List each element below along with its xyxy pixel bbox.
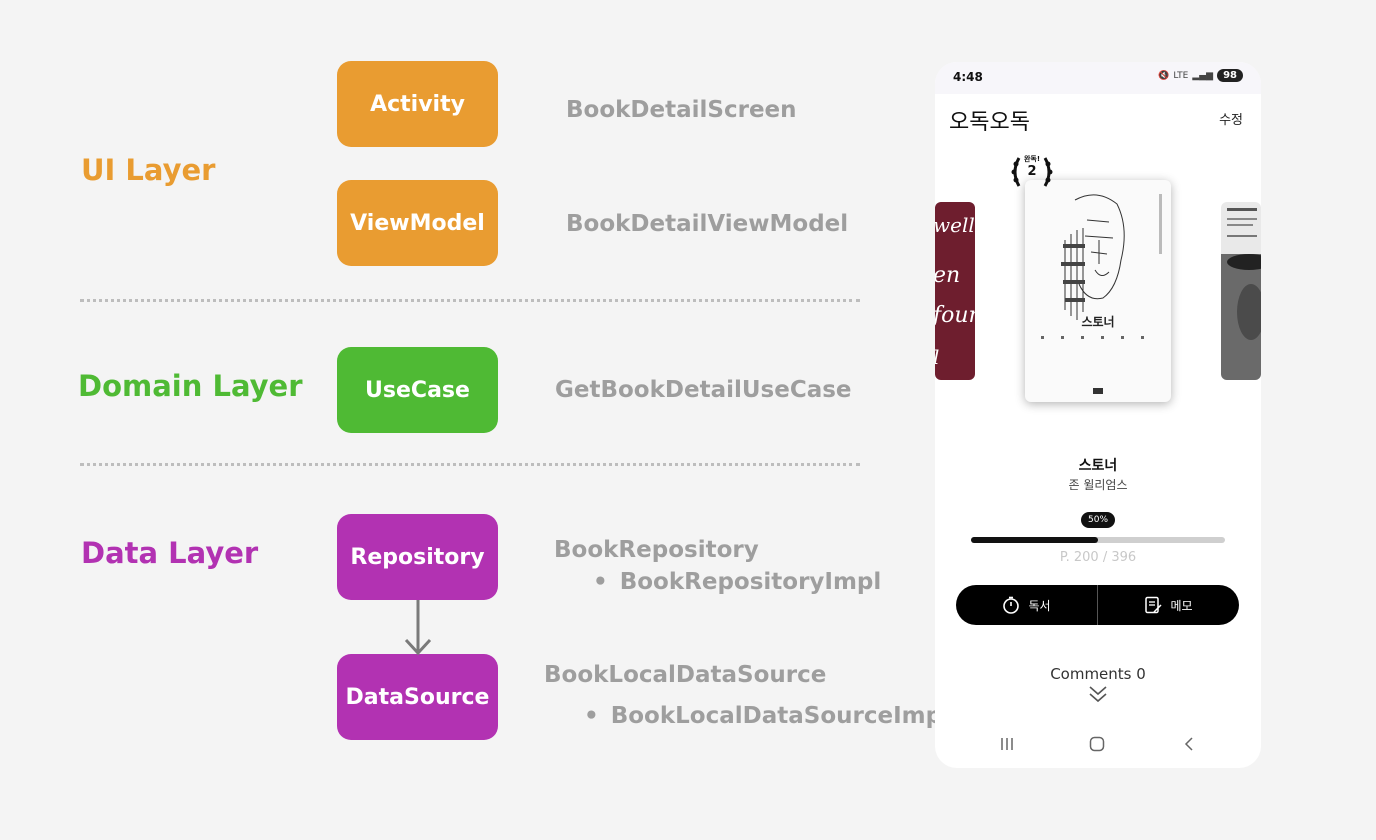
reading-progress-bar[interactable] [971, 537, 1225, 543]
class-datasource-impl: BookLocalDataSourceImpl [584, 703, 950, 729]
home-icon[interactable] [1089, 736, 1105, 752]
battery-badge: 98 [1217, 69, 1243, 82]
signal-icon: ▂▄▆ [1192, 70, 1214, 81]
svg-text:완독!: 완독! [1024, 154, 1040, 163]
stopwatch-icon [1003, 596, 1020, 614]
main-cover-art: 스토너 [1041, 194, 1162, 394]
class-viewmodel: BookDetailViewModel [566, 211, 849, 237]
status-bar: 4:48 🔇 LTE ▂▄▆ 98 [935, 62, 1261, 94]
svg-text:l: l [935, 345, 939, 369]
reading-progress-fill [971, 537, 1098, 543]
memo-button[interactable]: 메모 [1097, 585, 1239, 625]
edit-button[interactable]: 수정 [1219, 109, 1243, 128]
svg-text:four: four [935, 303, 975, 328]
book-author: 존 윌리엄스 [1068, 478, 1128, 492]
right-cover-art [1221, 208, 1261, 380]
recent-apps-icon[interactable] [999, 736, 1015, 752]
separator-ui-domain [80, 299, 860, 302]
class-repository: BookRepository [554, 537, 759, 563]
laurel-icon: 완독! 2 [1011, 154, 1053, 187]
left-cover-art: well en four l [935, 213, 975, 369]
page-counter: P. 200 / 396 [1059, 550, 1137, 565]
memo-icon [1145, 596, 1162, 614]
read-button[interactable]: 독서 [956, 585, 1097, 625]
status-time: 4:48 [953, 70, 983, 84]
class-datasource: BookLocalDataSource [544, 662, 827, 688]
network-label: LTE [1173, 70, 1189, 81]
read-label: 독서 [1028, 598, 1051, 613]
repository-box: Repository [337, 514, 498, 600]
back-icon[interactable] [1181, 736, 1197, 752]
class-usecase: GetBookDetailUseCase [555, 377, 852, 403]
mute-icon: 🔇 [1158, 70, 1170, 81]
activity-box: Activity [337, 61, 498, 147]
datasource-box: DataSource [337, 654, 498, 740]
memo-label: 메모 [1170, 598, 1193, 613]
status-icons: 🔇 LTE ▂▄▆ 98 [1158, 69, 1243, 82]
app-title: 오독오독 [949, 110, 1030, 135]
data-layer-label: Data Layer [81, 536, 259, 570]
svg-text:en: en [935, 263, 960, 288]
book-cover-left[interactable]: well en four l [935, 202, 975, 380]
phone-screenshot: 4:48 🔇 LTE ▂▄▆ 98 오독오독 수정 well en four l [935, 62, 1261, 768]
usecase-box: UseCase [337, 347, 498, 433]
class-screen: BookDetailScreen [566, 97, 797, 123]
action-bar: 독서 메모 [956, 585, 1239, 625]
progress-percent-badge: 50% [1081, 512, 1116, 528]
book-cover-right[interactable] [1221, 202, 1261, 380]
class-repository-impl: BookRepositoryImpl [593, 569, 882, 595]
dependency-arrow [404, 600, 432, 656]
book-cover-main[interactable]: 스토너 [1025, 180, 1171, 402]
ui-layer-label: UI Layer [81, 153, 216, 187]
separator-domain-data [80, 463, 860, 466]
svg-text:2: 2 [1027, 164, 1036, 179]
double-chevron-down-icon[interactable] [1088, 684, 1108, 704]
completed-badge: 완독! 2 [1007, 150, 1057, 194]
viewmodel-box: ViewModel [337, 180, 498, 266]
svg-text:스토너: 스토너 [1081, 314, 1114, 329]
svg-text:well: well [935, 213, 975, 237]
book-title: 스토너 [1078, 458, 1118, 474]
comments-toggle[interactable]: Comments 0 [935, 665, 1261, 683]
domain-layer-label: Domain Layer [78, 369, 303, 403]
